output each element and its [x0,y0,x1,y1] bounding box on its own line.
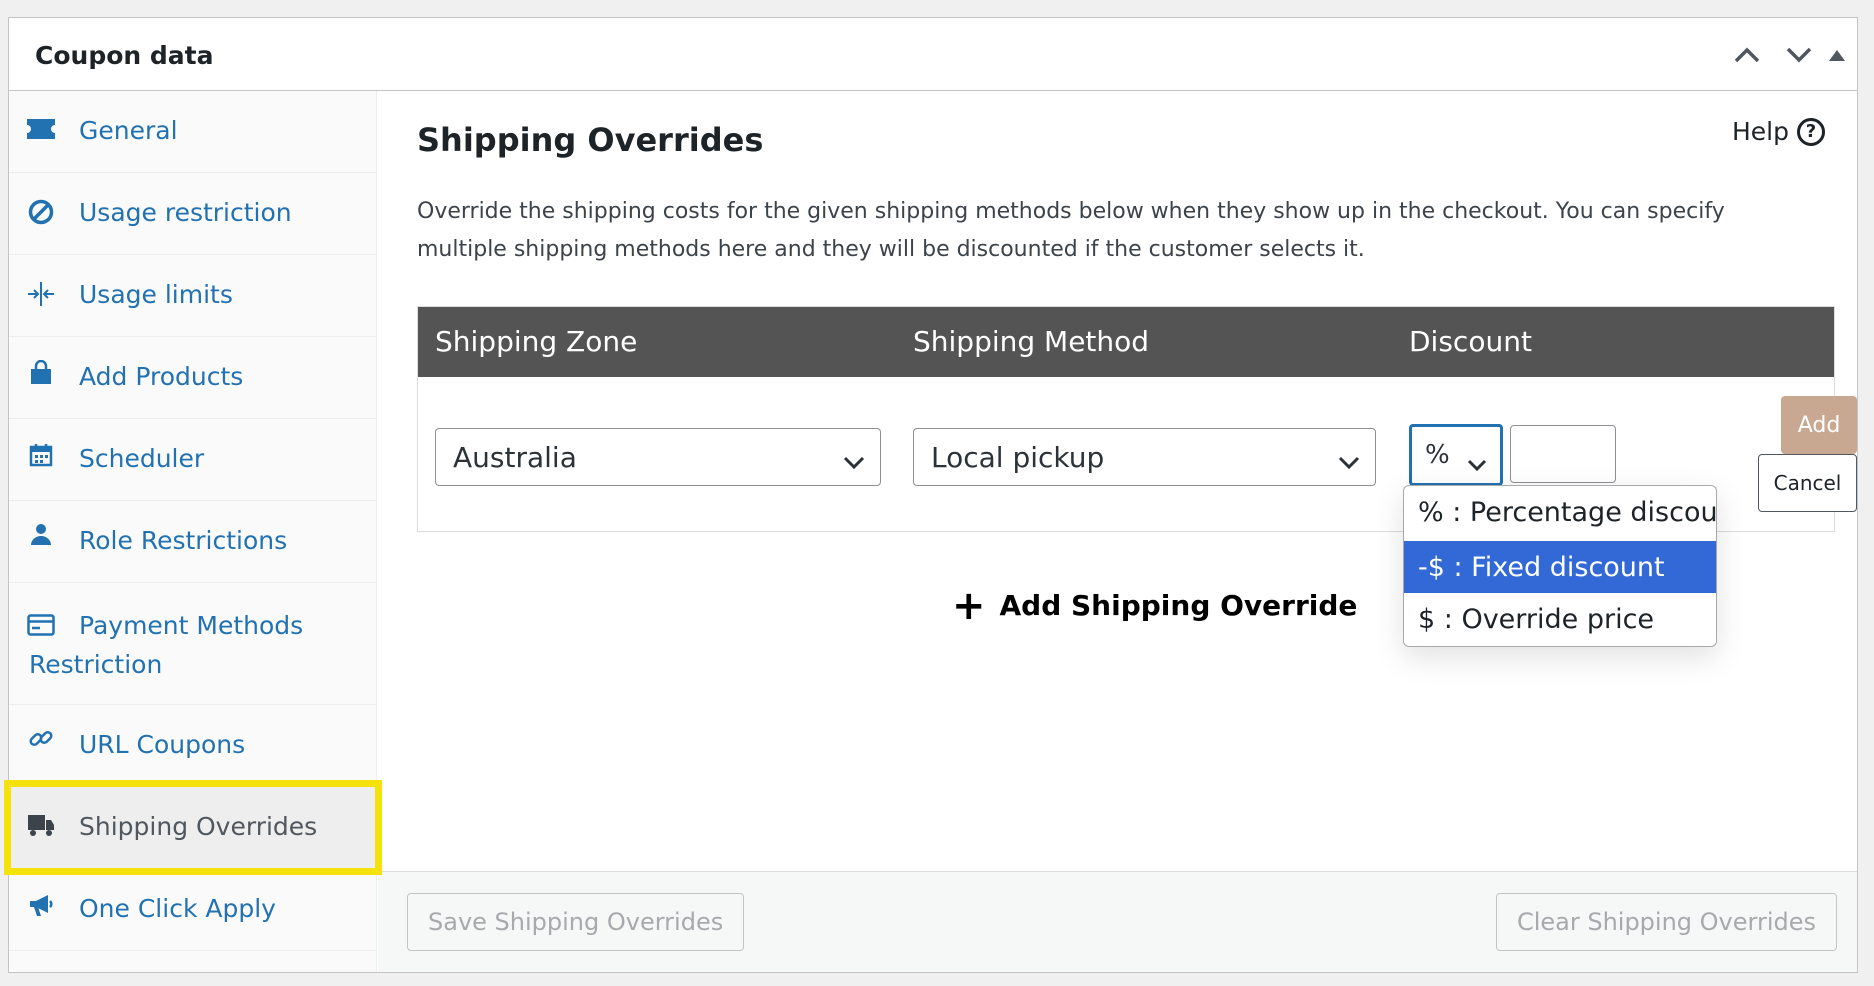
panel-footer: Save Shipping Overrides Clear Shipping O… [378,871,1857,972]
sidebar-item-scheduler[interactable]: Scheduler [9,419,376,501]
section-description: Override the shipping costs for the give… [417,199,1725,262]
dropdown-option-fixed-discount[interactable]: -$ : Fixed discount [1404,541,1716,593]
discount-type-dropdown: % : Percentage discount -$ : Fixed disco… [1403,485,1717,647]
collapse-toggle-button[interactable] [1821,40,1853,70]
add-shipping-override-button[interactable]: + Add Shipping Override [952,582,1358,629]
sidebar-item-add-products[interactable]: Add Products [9,337,376,419]
question-circle-icon: ? [1797,117,1825,146]
sidebar-item-label: Scheduler [79,444,205,473]
prohibited-icon [27,198,55,226]
calendar-icon [27,441,55,469]
coupon-tabs-sidebar: General Usage restriction Usage limits A… [9,91,377,972]
sidebar-item-shipping-overrides[interactable]: Shipping Overrides [9,787,376,869]
triangle-up-icon [1829,50,1845,61]
clear-shipping-overrides-button[interactable]: Clear Shipping Overrides [1495,893,1837,951]
chevron-down-icon [1466,447,1488,480]
panel-title: Coupon data [35,41,214,70]
sidebar-item-label: Payment Methods [79,611,304,640]
sidebar-item-label: Usage limits [79,280,233,309]
column-header-shipping-method: Shipping Method [913,325,1150,358]
cancel-button[interactable]: Cancel [1758,454,1857,512]
shipping-zone-select[interactable]: Australia [435,428,881,486]
shopping-bag-icon [27,359,55,387]
discount-type-value: % [1425,440,1450,470]
table-header: Shipping Zone Shipping Method Discount [418,307,1834,377]
chevron-down-icon [1337,445,1361,478]
sidebar-item-url-coupons[interactable]: URL Coupons [9,705,376,787]
chevron-down-icon [1786,47,1812,63]
sidebar-item-label: General [79,116,178,145]
add-shipping-override-label: Add Shipping Override [999,589,1358,622]
sidebar-item-general[interactable]: General [9,91,376,173]
discount-type-select[interactable]: % [1409,424,1503,486]
dropdown-option-percentage-discount[interactable]: % : Percentage discount [1404,486,1716,538]
column-header-discount: Discount [1409,325,1532,358]
megaphone-icon [27,891,55,919]
chevron-down-icon [842,445,866,478]
sidebar-item-usage-restriction[interactable]: Usage restriction [9,173,376,255]
panel-header: Coupon data [9,18,1857,91]
link-icon [27,725,55,753]
credit-card-icon [27,611,55,639]
add-button[interactable]: Add [1781,396,1857,454]
shipping-method-value: Local pickup [931,441,1105,474]
truck-icon [27,811,55,839]
sidebar-item-payment-methods-restriction[interactable]: Payment Methods Restriction [9,583,376,705]
sidebar-item-label: Add Products [79,362,244,391]
help-label: Help [1732,117,1789,146]
page-title: Shipping Overrides [417,121,764,159]
sidebar-item-label: Usage restriction [79,198,292,227]
help-link[interactable]: Help ? [1732,117,1825,146]
column-header-shipping-zone: Shipping Zone [435,325,638,358]
sidebar-item-usage-limits[interactable]: Usage limits [9,255,376,337]
move-up-button[interactable] [1731,40,1763,70]
arrows-in-icon [27,280,55,308]
save-shipping-overrides-button[interactable]: Save Shipping Overrides [407,893,745,951]
ticket-icon [27,115,55,143]
shipping-zone-value: Australia [453,441,577,474]
discount-amount-input[interactable] [1510,425,1616,483]
sidebar-item-label: One Click Apply [79,894,276,923]
sidebar-item-label: URL Coupons [79,730,246,759]
sidebar-item-label-continued: Restriction [29,650,163,679]
plus-icon: + [952,582,986,629]
sidebar-item-role-restrictions[interactable]: Role Restrictions [9,501,376,583]
chevron-up-icon [1734,47,1760,63]
shipping-method-select[interactable]: Local pickup [913,428,1376,486]
sidebar-item-label: Role Restrictions [79,526,288,555]
person-icon [27,521,55,549]
sidebar-item-one-click-apply[interactable]: One Click Apply [9,869,376,951]
sidebar-item-label: Shipping Overrides [79,812,318,841]
move-down-button[interactable] [1783,40,1815,70]
dropdown-option-override-price[interactable]: $ : Override price [1404,593,1716,645]
